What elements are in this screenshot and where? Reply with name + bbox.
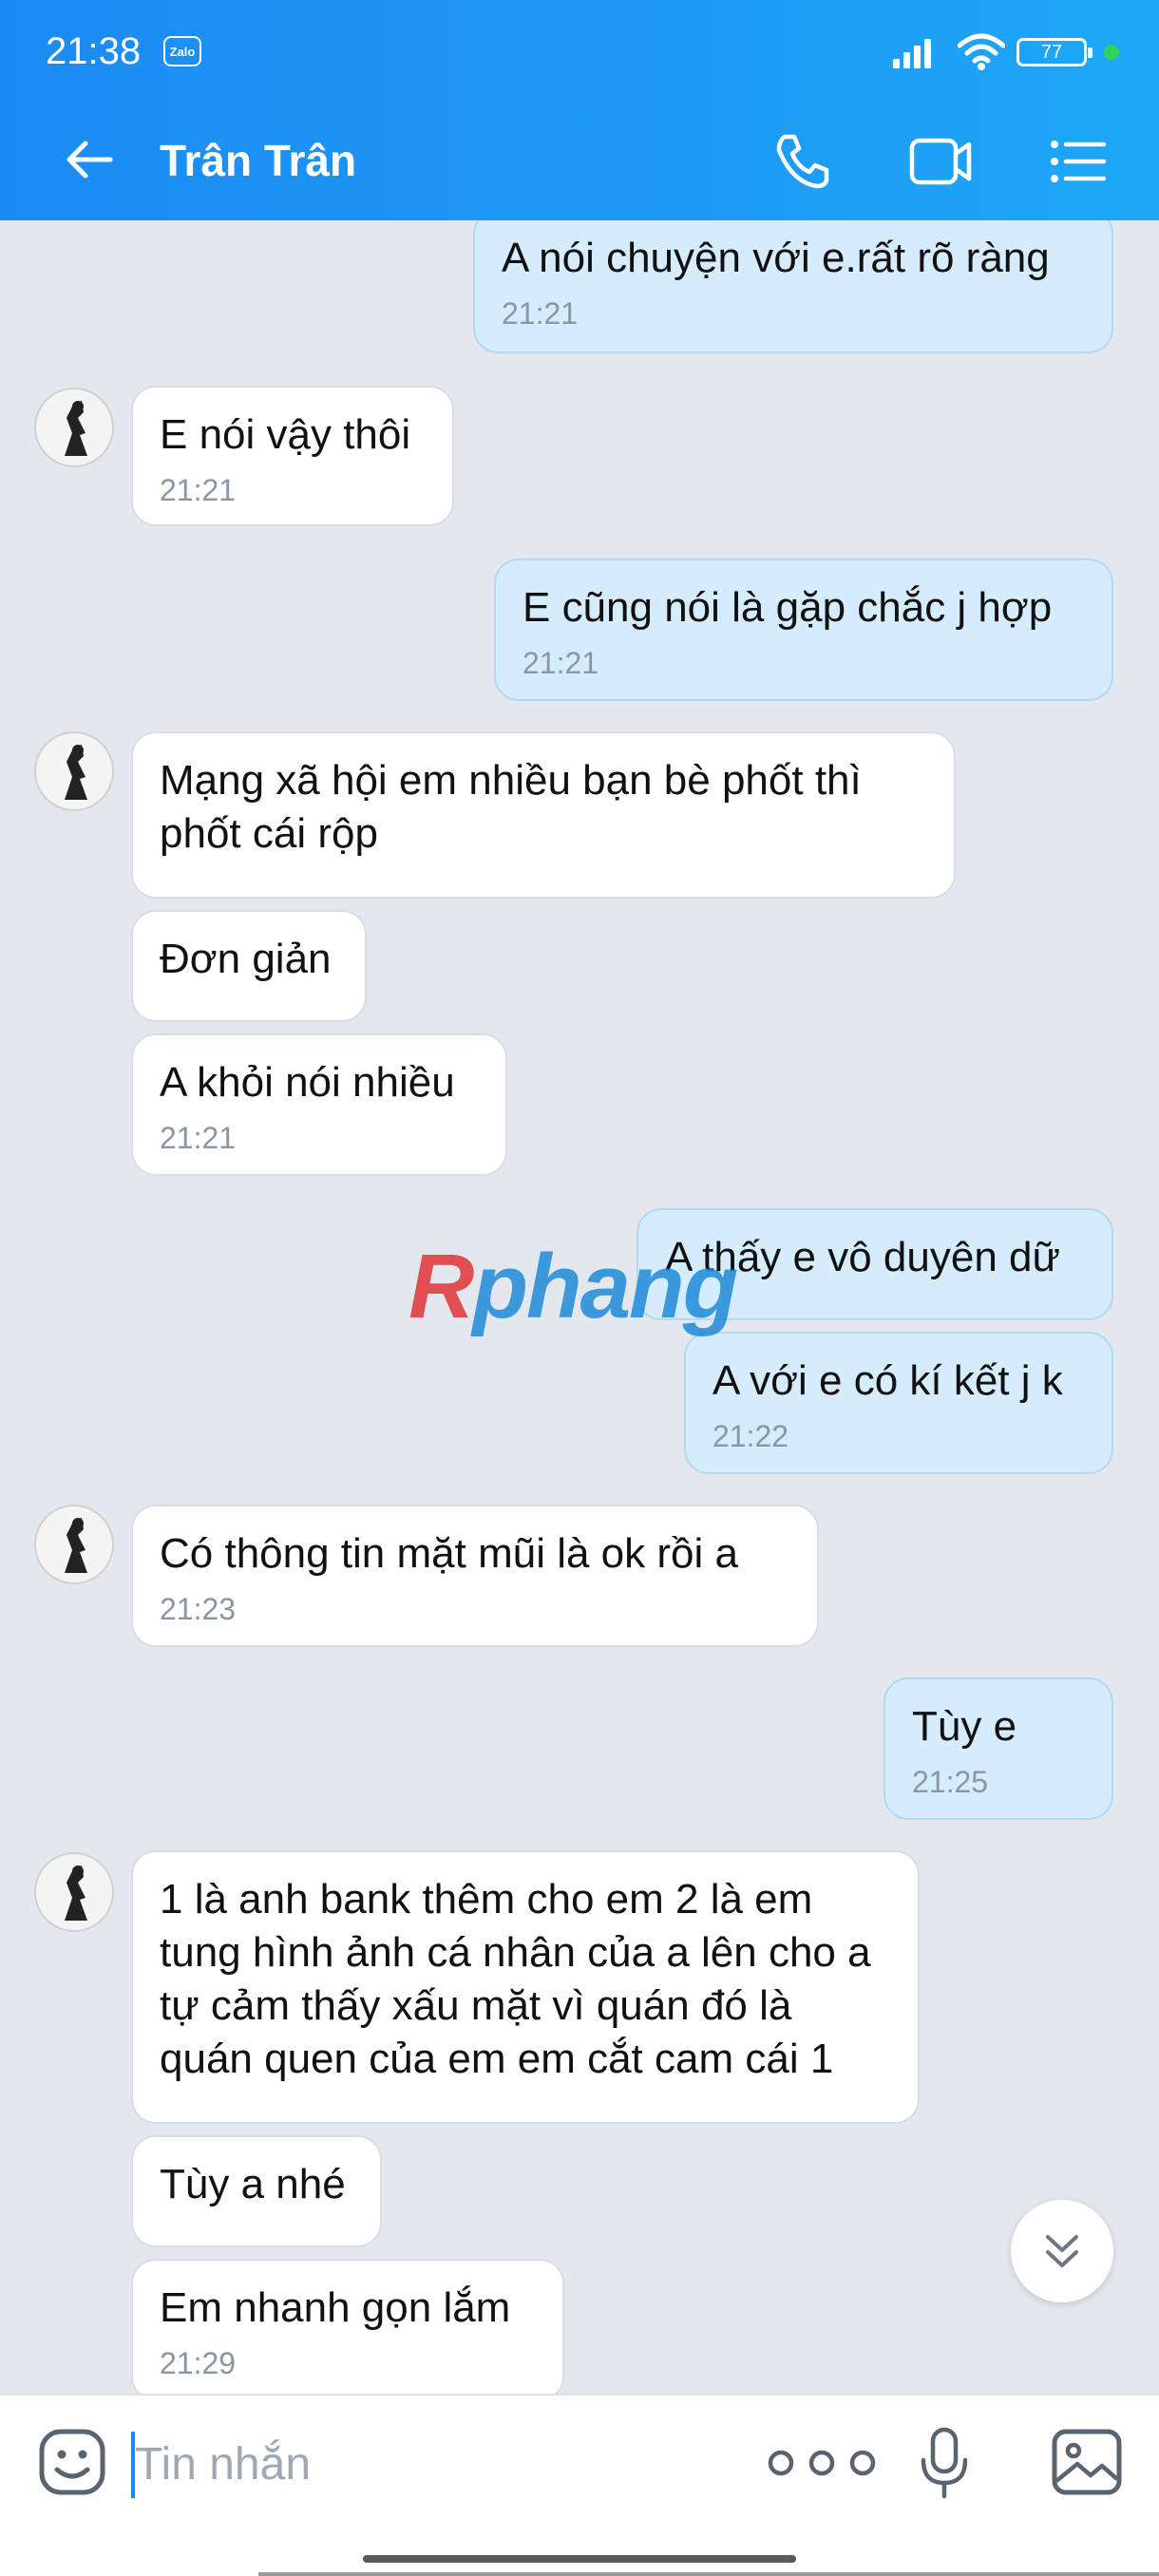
message-time: 21:21 <box>522 646 599 680</box>
message-bubble-outgoing[interactable]: A với e có kí kết j k 21:22 <box>684 1332 1113 1474</box>
message-time: 21:25 <box>912 1765 989 1799</box>
message-text: A nói chuyện với e.rất rõ ràng <box>502 235 1050 281</box>
message-bubble-incoming[interactable]: Có thông tin mặt mũi là ok rồi a 21:23 <box>131 1505 819 1647</box>
image-gallery-icon[interactable] <box>1051 2428 1123 2496</box>
phone-call-icon[interactable] <box>771 129 834 192</box>
scroll-to-bottom-button[interactable] <box>1011 2200 1113 2302</box>
message-text: Tùy a nhé <box>160 2161 346 2207</box>
message-text: 1 là anh bank thêm cho em 2 là em tung h… <box>160 1876 871 2082</box>
message-time: 21:23 <box>160 1592 237 1626</box>
contact-avatar[interactable] <box>34 1852 114 1932</box>
zalo-app-icon: Zalo <box>163 36 201 66</box>
message-text: Mạng xã hội em nhiều bạn bè phốt thì phố… <box>160 757 862 857</box>
message-bubble-outgoing[interactable]: A nói chuyện với e.rất rõ ràng 21:21 <box>473 220 1113 353</box>
more-options-icon[interactable] <box>760 2439 884 2487</box>
message-text: Đơn giản <box>160 936 332 982</box>
message-bubble-incoming[interactable]: 1 là anh bank thêm cho em 2 là em tung h… <box>131 1850 920 2124</box>
contact-avatar[interactable] <box>34 388 114 467</box>
bottom-edge-bar <box>258 2572 1159 2576</box>
double-chevron-down-icon <box>1046 2235 1078 2267</box>
message-time: 21:22 <box>712 1419 789 1453</box>
menu-list-icon[interactable] <box>1049 133 1108 190</box>
contact-avatar[interactable] <box>34 731 114 811</box>
message-bubble-incoming[interactable]: E nói vậy thôi 21:21 <box>131 386 454 526</box>
battery-icon: 77 <box>1016 38 1092 66</box>
message-bubble-incoming[interactable]: Mạng xã hội em nhiều bạn bè phốt thì phố… <box>131 731 956 899</box>
message-time: 21:21 <box>160 473 237 507</box>
avatar-figure-icon <box>65 745 87 800</box>
chat-header: 21:38 Zalo 77 Trân Trân <box>0 0 1159 220</box>
back-arrow-icon[interactable] <box>61 131 118 188</box>
status-time: 21:38 <box>46 30 142 72</box>
privacy-indicator-dot <box>1104 45 1119 60</box>
message-bubble-incoming[interactable]: A khỏi nói nhiều 21:21 <box>131 1033 507 1176</box>
message-bubble-incoming[interactable]: Em nhanh gọn lắm 21:29 <box>131 2259 564 2394</box>
message-text: Có thông tin mặt mũi là ok rồi a <box>160 1530 738 1577</box>
wifi-icon <box>958 33 1005 70</box>
status-bar: 21:38 Zalo 77 <box>0 0 1159 104</box>
message-text: A với e có kí kết j k <box>712 1357 1063 1404</box>
video-call-icon[interactable] <box>908 129 975 192</box>
avatar-figure-icon <box>65 1518 87 1573</box>
composer-bar <box>0 2394 1159 2576</box>
avatar-figure-icon <box>65 1866 87 1921</box>
microphone-icon[interactable] <box>916 2426 973 2502</box>
message-bubble-outgoing[interactable]: E cũng nói là gặp chắc j hợp 21:21 <box>494 559 1113 701</box>
chat-title[interactable]: Trân Trân <box>160 131 356 190</box>
watermark-initial: R <box>408 1236 474 1337</box>
emoji-sticker-icon[interactable] <box>38 2428 106 2496</box>
nav-bar: Trân Trân <box>0 104 1159 220</box>
message-bubble-incoming[interactable]: Đơn giản <box>131 910 367 1022</box>
message-text: E cũng nói là gặp chắc j hợp <box>522 584 1053 631</box>
avatar-figure-icon <box>65 401 87 456</box>
message-time: 21:21 <box>502 296 579 331</box>
watermark-logo: Rphang <box>408 1235 738 1339</box>
message-text: Tùy e <box>912 1703 1017 1750</box>
message-input[interactable] <box>135 2428 705 2500</box>
watermark-text: phang <box>472 1236 738 1337</box>
signal-icon <box>893 39 931 68</box>
message-text: E nói vậy thôi <box>160 411 411 458</box>
contact-avatar[interactable] <box>34 1505 114 1584</box>
home-indicator[interactable] <box>363 2555 796 2563</box>
message-text: A khỏi nói nhiều <box>160 1059 455 1106</box>
message-text: Em nhanh gọn lắm <box>160 2284 511 2331</box>
message-time: 21:21 <box>160 1121 237 1155</box>
message-bubble-incoming[interactable]: Tùy a nhé <box>131 2135 382 2247</box>
message-time: 21:29 <box>160 2346 237 2380</box>
message-bubble-outgoing[interactable]: Tùy e 21:25 <box>884 1677 1113 1820</box>
